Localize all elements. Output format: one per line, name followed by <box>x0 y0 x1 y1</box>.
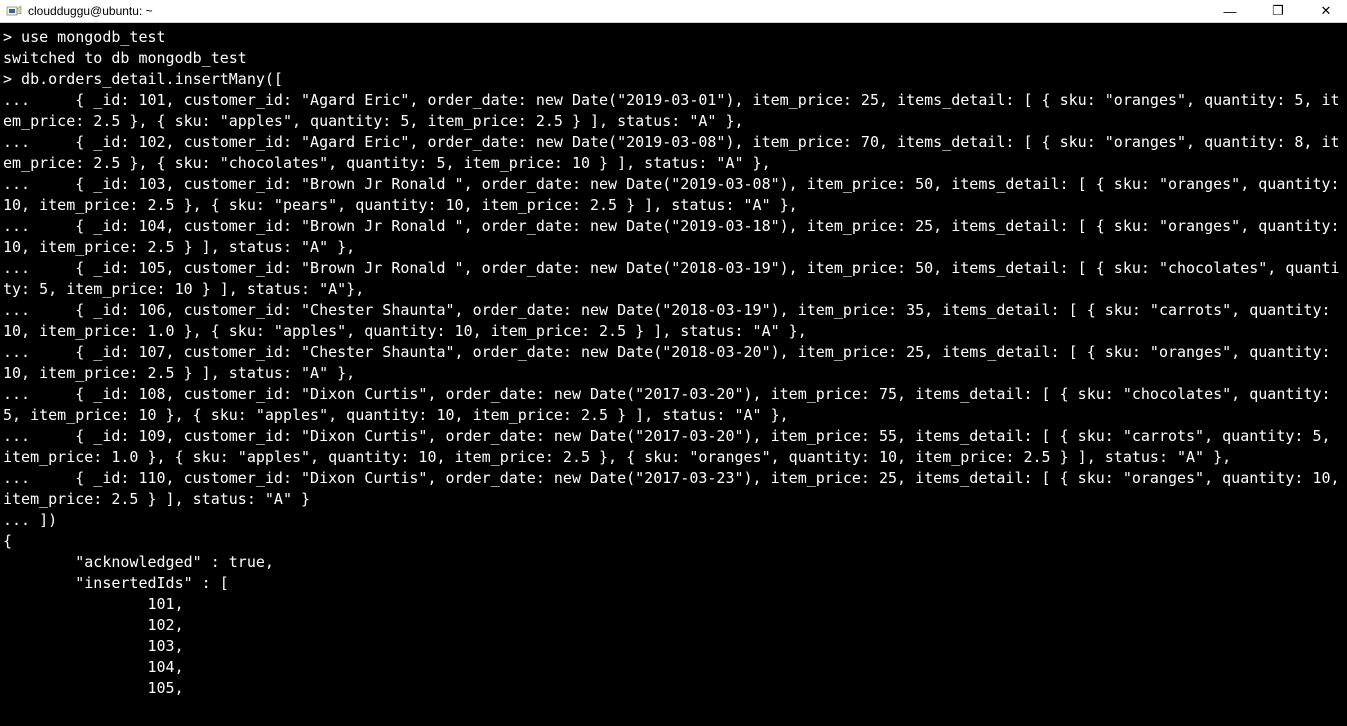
window-controls: — ❐ ✕ <box>1215 3 1341 19</box>
titlebar[interactable]: cloudduggu@ubuntu: ~ — ❐ ✕ <box>0 0 1347 23</box>
putty-icon <box>6 3 22 19</box>
app-window: cloudduggu@ubuntu: ~ — ❐ ✕ > use mongodb… <box>0 0 1347 726</box>
maximize-button[interactable]: ❐ <box>1263 3 1293 19</box>
minimize-button[interactable]: — <box>1215 4 1245 19</box>
window-title: cloudduggu@ubuntu: ~ <box>28 4 1215 18</box>
terminal-output[interactable]: > use mongodb_test switched to db mongod… <box>0 23 1347 726</box>
close-button[interactable]: ✕ <box>1311 3 1341 19</box>
